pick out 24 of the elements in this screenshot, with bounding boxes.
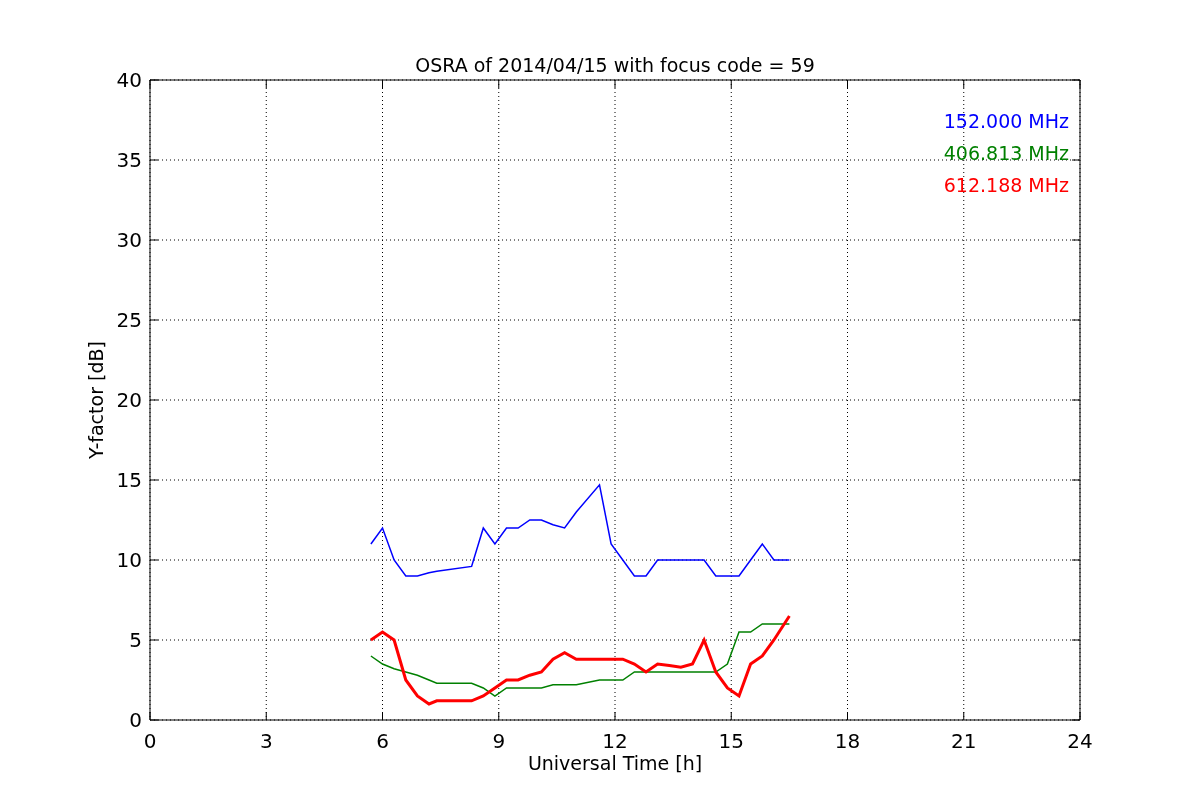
tick-label: 10 <box>116 548 142 572</box>
tick-label: 5 <box>129 628 142 652</box>
tick-label: 6 <box>376 729 389 753</box>
tick-label: 15 <box>718 729 744 753</box>
tick-label: 9 <box>492 729 506 753</box>
tick-label: 3 <box>259 729 273 753</box>
tick-label: 30 <box>116 228 142 252</box>
tick-label: 35 <box>116 148 142 172</box>
legend-label: 612.188 MHz <box>943 174 1069 196</box>
tick-label: 40 <box>116 68 142 92</box>
chart-title: OSRA of 2014/04/15 with focus code = 59 <box>415 54 815 76</box>
tick-label: 20 <box>116 388 142 412</box>
tick-label: 21 <box>951 729 977 753</box>
tick-label: 24 <box>1067 729 1093 753</box>
tick-label: 12 <box>602 729 628 753</box>
tick-label: 18 <box>834 729 861 753</box>
tick-label: 15 <box>116 468 142 492</box>
axis-label: Universal Time [h] <box>527 752 703 774</box>
tick-label: 0 <box>143 729 157 753</box>
tick-label: 0 <box>129 708 142 732</box>
tick-label: 25 <box>116 308 142 332</box>
legend-label: 152.000 MHz <box>943 110 1069 132</box>
axis-label: Y-factor [dB] <box>85 341 107 459</box>
legend-label: 406.813 MHz <box>943 142 1069 164</box>
